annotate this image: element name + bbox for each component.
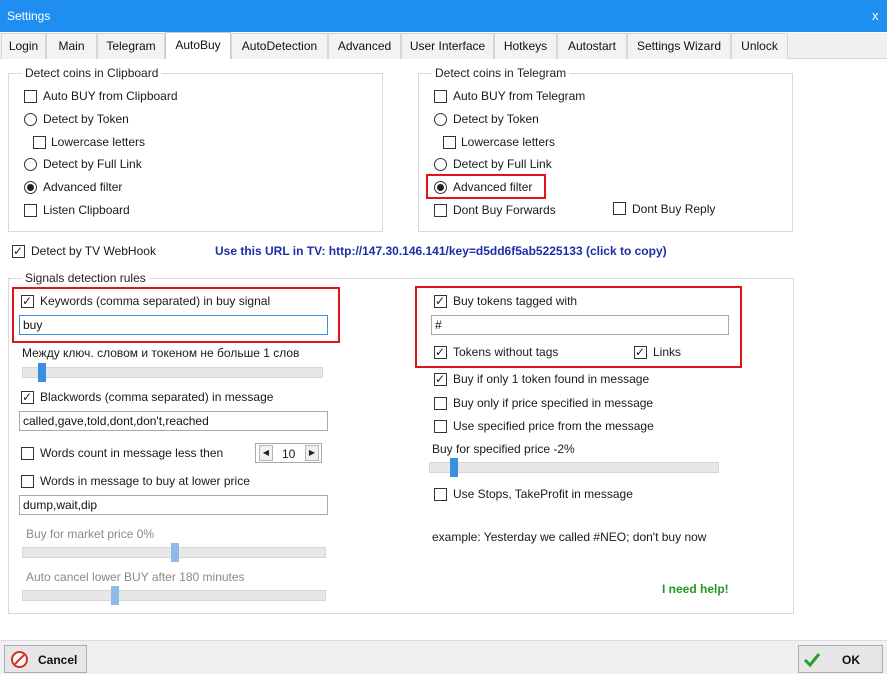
- tab-main[interactable]: Main: [46, 33, 97, 59]
- tv-webhook-checkbox[interactable]: [12, 244, 25, 258]
- dont-buy-reply-label: Dont Buy Reply: [632, 202, 716, 216]
- ok-button[interactable]: OK: [798, 645, 883, 673]
- clipboard-advanced-filter-radio[interactable]: [24, 181, 37, 194]
- clipboard-detect-full-link-radio[interactable]: [24, 158, 37, 171]
- blackwords-label: Blackwords (comma separated) in message: [40, 390, 274, 404]
- telegram-advanced-filter-radio[interactable]: [434, 181, 447, 194]
- telegram-advanced-filter-label: Advanced filter: [453, 180, 533, 194]
- keywords-label: Keywords (comma separated) in buy signal: [40, 294, 271, 308]
- tab-advanced[interactable]: Advanced: [328, 33, 401, 59]
- tagged-label: Buy tokens tagged with: [453, 294, 578, 308]
- tagged-input[interactable]: #: [431, 315, 729, 335]
- stops-label: Use Stops, TakeProfit in message: [453, 487, 633, 501]
- telegram-lowercase-checkbox[interactable]: [443, 136, 456, 149]
- dont-buy-reply-checkbox[interactable]: [613, 202, 626, 215]
- tab-login[interactable]: Login: [1, 33, 46, 59]
- price-specified-checkbox[interactable]: [434, 397, 447, 410]
- telegram-detect-full-link-label: Detect by Full Link: [453, 157, 552, 171]
- auto-buy-telegram-label: Auto BUY from Telegram: [453, 89, 586, 103]
- listen-clipboard-label: Listen Clipboard: [43, 203, 130, 217]
- clipboard-advanced-filter-label: Advanced filter: [43, 180, 123, 194]
- footer-bar: [0, 640, 887, 674]
- telegram-detect-token-label: Detect by Token: [453, 112, 539, 126]
- tab-hotkeys[interactable]: Hotkeys: [494, 33, 557, 59]
- telegram-lowercase-label: Lowercase letters: [461, 135, 556, 149]
- tagged-checkbox[interactable]: [434, 294, 447, 308]
- stepper-right-arrow-icon[interactable]: ▶: [305, 445, 319, 461]
- clipboard-lowercase-checkbox[interactable]: [33, 136, 46, 149]
- use-specified-price-checkbox[interactable]: [434, 420, 447, 433]
- stepper-left-arrow-icon[interactable]: ◀: [259, 445, 273, 461]
- tab-autobuy[interactable]: AutoBuy: [165, 32, 231, 60]
- telegram-detect-full-link-radio[interactable]: [434, 158, 447, 171]
- tab-strip: Login Main Telegram AutoBuy AutoDetectio…: [0, 32, 887, 60]
- words-count-checkbox[interactable]: [21, 447, 34, 460]
- clipboard-detect-token-radio[interactable]: [24, 113, 37, 126]
- blackwords-input[interactable]: called,gave,told,dont,don't,reached: [19, 411, 328, 431]
- help-link[interactable]: I need help!: [662, 582, 729, 596]
- tab-settings-wizard[interactable]: Settings Wizard: [627, 33, 731, 59]
- words-count-label: Words count in message less then: [40, 446, 224, 460]
- auto-cancel-label: Auto cancel lower BUY after 180 minutes: [26, 570, 245, 584]
- auto-buy-clipboard-label: Auto BUY from Clipboard: [43, 89, 178, 103]
- auto-buy-telegram-checkbox[interactable]: [434, 90, 447, 103]
- window-title: Settings: [7, 9, 51, 23]
- auto-buy-clipboard-checkbox[interactable]: [24, 90, 37, 103]
- without-tags-checkbox[interactable]: [434, 345, 447, 359]
- close-icon[interactable]: x: [872, 8, 879, 23]
- market-price-slider-thumb[interactable]: [171, 543, 179, 562]
- tab-unlock[interactable]: Unlock: [731, 33, 788, 59]
- distance-slider-track[interactable]: [22, 367, 323, 378]
- signals-group-legend: Signals detection rules: [22, 271, 149, 285]
- cancel-icon: [11, 651, 28, 668]
- telegram-group-legend: Detect coins in Telegram: [432, 66, 570, 80]
- webhook-url-link[interactable]: Use this URL in TV: http://147.30.146.14…: [215, 244, 667, 258]
- cancel-button-label: Cancel: [38, 653, 78, 667]
- specified-price-label: Buy for specified price -2%: [432, 442, 575, 456]
- distance-slider-thumb[interactable]: [38, 363, 46, 382]
- blackwords-checkbox[interactable]: [21, 390, 34, 404]
- example-text: example: Yesterday we called #NEO; don't…: [432, 530, 707, 544]
- specified-price-slider-track[interactable]: [429, 462, 719, 473]
- distance-label: Между ключ. словом и токеном не больше 1…: [22, 346, 300, 360]
- without-tags-label: Tokens without tags: [453, 345, 559, 359]
- tab-user-interface[interactable]: User Interface: [401, 33, 494, 59]
- use-specified-price-label: Use specified price from the message: [453, 419, 654, 433]
- dont-buy-forwards-checkbox[interactable]: [434, 204, 447, 217]
- title-bar: Settings x: [0, 0, 887, 32]
- only-one-token-checkbox[interactable]: [434, 372, 447, 386]
- tab-autostart[interactable]: Autostart: [557, 33, 627, 59]
- keywords-checkbox[interactable]: [21, 294, 34, 308]
- links-checkbox[interactable]: [634, 345, 647, 359]
- tv-webhook-label: Detect by TV WebHook: [31, 244, 156, 258]
- keywords-input[interactable]: buy: [19, 315, 328, 335]
- links-label: Links: [653, 345, 682, 359]
- telegram-detect-token-radio[interactable]: [434, 113, 447, 126]
- cancel-button[interactable]: Cancel: [4, 645, 87, 673]
- specified-price-slider-thumb[interactable]: [450, 458, 458, 477]
- listen-clipboard-checkbox[interactable]: [24, 204, 37, 217]
- lower-price-checkbox[interactable]: [21, 475, 34, 488]
- price-specified-label: Buy only if price specified in message: [453, 396, 654, 410]
- clipboard-detect-full-link-label: Detect by Full Link: [43, 157, 142, 171]
- tab-telegram[interactable]: Telegram: [97, 33, 165, 59]
- clipboard-lowercase-label: Lowercase letters: [51, 135, 146, 149]
- market-price-label: Buy for market price 0%: [26, 527, 155, 541]
- clipboard-detect-token-label: Detect by Token: [43, 112, 129, 126]
- lower-price-label: Words in message to buy at lower price: [40, 474, 250, 488]
- auto-cancel-slider-track[interactable]: [22, 590, 326, 601]
- lower-price-input[interactable]: dump,wait,dip: [19, 495, 328, 515]
- clipboard-group-legend: Detect coins in Clipboard: [22, 66, 162, 80]
- checkmark-icon: [803, 653, 821, 668]
- only-one-token-label: Buy if only 1 token found in message: [453, 372, 650, 386]
- auto-cancel-slider-thumb[interactable]: [111, 586, 119, 605]
- stops-checkbox[interactable]: [434, 488, 447, 501]
- dont-buy-forwards-label: Dont Buy Forwards: [453, 203, 556, 217]
- ok-button-label: OK: [842, 653, 860, 667]
- tab-autodetection[interactable]: AutoDetection: [231, 33, 328, 59]
- words-count-value[interactable]: 10: [282, 447, 295, 461]
